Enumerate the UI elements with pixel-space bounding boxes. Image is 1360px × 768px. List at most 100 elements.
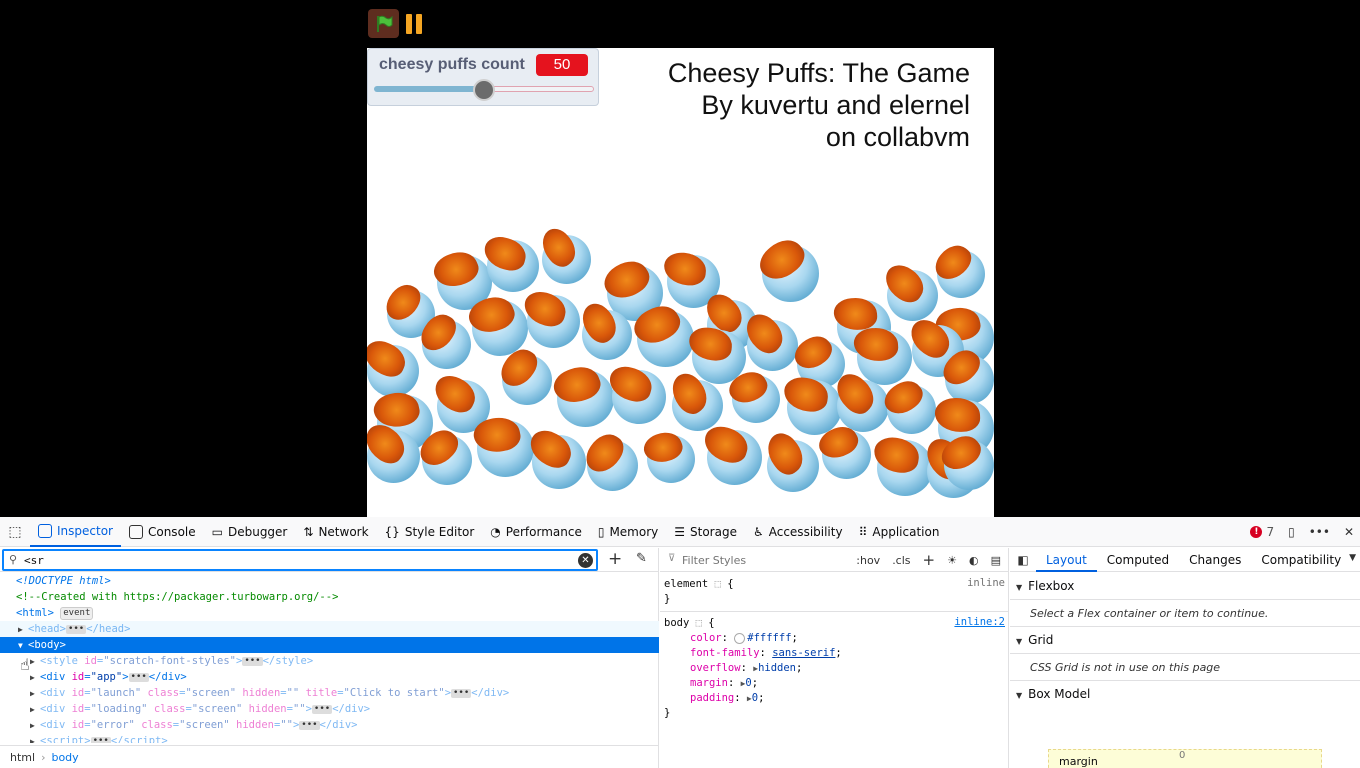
inspector-icon [38,523,52,538]
section-title: Box Model [1028,687,1091,701]
declaration[interactable]: padding: ▶0; [664,691,1005,706]
tab-debugger[interactable]: ▭ Debugger [204,517,296,547]
memory-icon: ▯ [597,524,605,539]
cheesy-puff-sprite [422,320,471,369]
event-badge[interactable]: event [60,606,94,620]
tab-style-editor[interactable]: {} Style Editor [377,517,483,547]
cheesy-puff-sprite [487,240,539,292]
error-count-badge[interactable]: ! 7 [1250,525,1274,539]
cheesy-puff-sprite [647,435,695,483]
declaration[interactable]: overflow: ▶hidden; [664,661,1005,676]
green-flag-button[interactable] [368,9,399,38]
grid-message: CSS Grid is not in use on this page [1010,654,1360,681]
tab-performance[interactable]: ◔ Performance [482,517,590,547]
mouse-cursor-icon: ☝ [20,655,30,674]
cheesy-puff-sprite [422,435,472,485]
margin-top-value[interactable]: 0 [1179,750,1185,761]
markup-node[interactable]: <!--Created with https://packager.turbow… [0,589,659,605]
layout-pane: ◧ Layout Computed Changes Compatibility … [1010,548,1360,768]
toggle-sidebar-icon[interactable]: ◧ [1010,548,1036,572]
tab-changes[interactable]: Changes [1179,548,1251,572]
cheesy-puff-sprite [532,435,586,489]
network-icon: ⇅ [303,524,314,539]
tab-network[interactable]: ⇅ Network [295,517,376,547]
tab-label: Performance [505,524,582,539]
monitor-slider-thumb[interactable] [473,79,495,101]
hov-toggle[interactable]: :hov [856,554,880,567]
breadcrumb-separator-icon: › [41,750,46,764]
markup-node[interactable]: ▶ <head> ••• </head> [0,621,659,637]
tab-label: Storage [690,524,737,539]
monitor-value: 50 [536,54,588,76]
search-input[interactable] [24,553,564,568]
markup-node-selected[interactable]: ▼ <body> [0,637,659,653]
breadcrumb-body[interactable]: body [51,751,78,764]
declaration[interactable]: color: #ffffff; [664,631,1005,646]
chevron-down-icon[interactable]: ▼ [1349,553,1356,563]
print-icon[interactable]: ▤ [991,554,1001,567]
dark-mode-icon[interactable]: ◐ [969,554,979,567]
prop-value: 0 [745,677,752,689]
tab-storage[interactable]: ☰ Storage [666,517,745,547]
responsive-design-icon[interactable]: ▯ [1288,525,1295,539]
declaration[interactable]: margin: ▶0; [664,676,1005,691]
light-mode-icon[interactable]: ☀ [947,554,957,567]
cheesy-puff-sprite [837,380,889,432]
prop-value: #ffffff [747,632,792,644]
tab-memory[interactable]: ▯ Memory [590,517,666,547]
markup-node[interactable]: ▶ <div id="launch" class="screen" hidden=… [0,685,659,701]
prop-name: color [690,632,722,644]
game-stage[interactable]: cheesy puffs count 50 Cheesy Puffs: The … [367,48,994,518]
cheesy-puff-sprite [367,430,420,483]
add-node-icon[interactable]: + [608,550,622,568]
pause-button[interactable] [406,14,424,34]
boxmodel-section-header[interactable]: ▼ Box Model [1010,681,1360,708]
tab-label: Memory [609,524,659,539]
filter-styles-input[interactable] [682,552,852,568]
markup-node[interactable]: ▶ <div id="error" class="screen" hidden="… [0,717,659,733]
breadcrumb: html › body [0,745,659,768]
color-swatch-icon[interactable] [734,632,746,644]
more-options-icon[interactable]: ••• [1309,525,1330,539]
prop-value: sans-serif [772,647,836,659]
add-rule-icon[interactable]: + [923,551,936,569]
flexbox-section-header[interactable]: ▼ Flexbox [1010,573,1360,600]
tab-application[interactable]: ⠿ Application [851,517,948,547]
markup-node[interactable]: ▶ <div id="loading" class="screen" hidden… [0,701,659,717]
cheesy-puff-sprite [587,440,638,491]
markup-node[interactable]: <html> event [0,605,659,621]
green-flag-icon [376,15,392,32]
declaration[interactable]: font-family: sans-serif; [664,646,1005,661]
application-icon: ⠿ [858,524,868,539]
eyedropper-icon[interactable]: ✎ [636,551,647,566]
markup-node[interactable]: ▶ <script> ••• </script> [0,733,659,743]
cheesy-puff-sprite [672,380,723,431]
element-picker-icon[interactable]: ⬚ [0,517,30,547]
pause-icon-bar-left [406,14,412,34]
cheesy-puff-sprite [477,420,534,477]
tab-inspector[interactable]: Inspector [30,517,121,547]
tab-layout[interactable]: Layout [1036,548,1097,572]
close-icon[interactable]: ✕ [1344,525,1354,539]
game-title: Cheesy Puffs: The Game By kuvertu and el… [668,57,970,153]
rule-source-link[interactable]: inline:2 [954,616,1005,628]
section-title: Grid [1028,633,1054,647]
tab-accessibility[interactable]: ♿ Accessibility [745,517,851,547]
title-line-1: Cheesy Puffs: The Game [667,58,970,88]
markup-node[interactable]: ▶ <style id="scratch-font-styles"> ••• </st… [0,653,659,669]
markup-node[interactable]: ▶ <div id="app"> ••• </div> [0,669,659,685]
tab-computed[interactable]: Computed [1097,548,1179,572]
margin-label: margin [1059,755,1098,768]
breadcrumb-html[interactable]: html [10,751,35,764]
tab-compatibility[interactable]: Compatibility [1251,548,1351,572]
cheesy-puff-sprite [822,430,871,479]
markup-tree: <!DOCTYPE html> <!--Created with https:/… [0,573,659,743]
grid-section-header[interactable]: ▼ Grid [1010,627,1360,654]
cls-toggle[interactable]: .cls [892,554,910,567]
tab-console[interactable]: Console [121,517,204,547]
cheesy-puff-sprite [542,235,591,284]
cheesy-puff-sprite [877,440,933,496]
clear-search-icon[interactable]: ✕ [578,553,593,568]
markup-node[interactable]: <!DOCTYPE html> [0,573,659,589]
styles-tools: :hov .cls + ☀ ◐ ▤ [856,551,1001,569]
